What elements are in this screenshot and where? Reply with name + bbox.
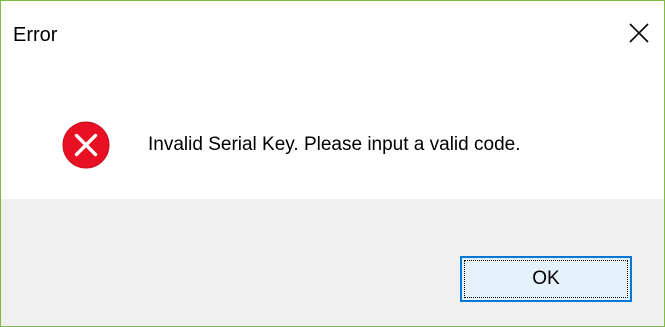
error-dialog: Error Invalid Serial Key. Please input a… bbox=[0, 0, 665, 327]
title-bar: Error bbox=[1, 1, 664, 71]
close-button[interactable] bbox=[618, 11, 664, 55]
close-icon bbox=[629, 23, 649, 43]
ok-button-label: OK bbox=[464, 260, 628, 298]
message-area: Invalid Serial Key. Please input a valid… bbox=[1, 71, 664, 199]
ok-button[interactable]: OK bbox=[460, 256, 632, 302]
button-bar: OK bbox=[1, 199, 664, 326]
error-icon bbox=[62, 121, 110, 169]
error-message: Invalid Serial Key. Please input a valid… bbox=[148, 134, 521, 155]
window-title: Error bbox=[13, 24, 58, 46]
